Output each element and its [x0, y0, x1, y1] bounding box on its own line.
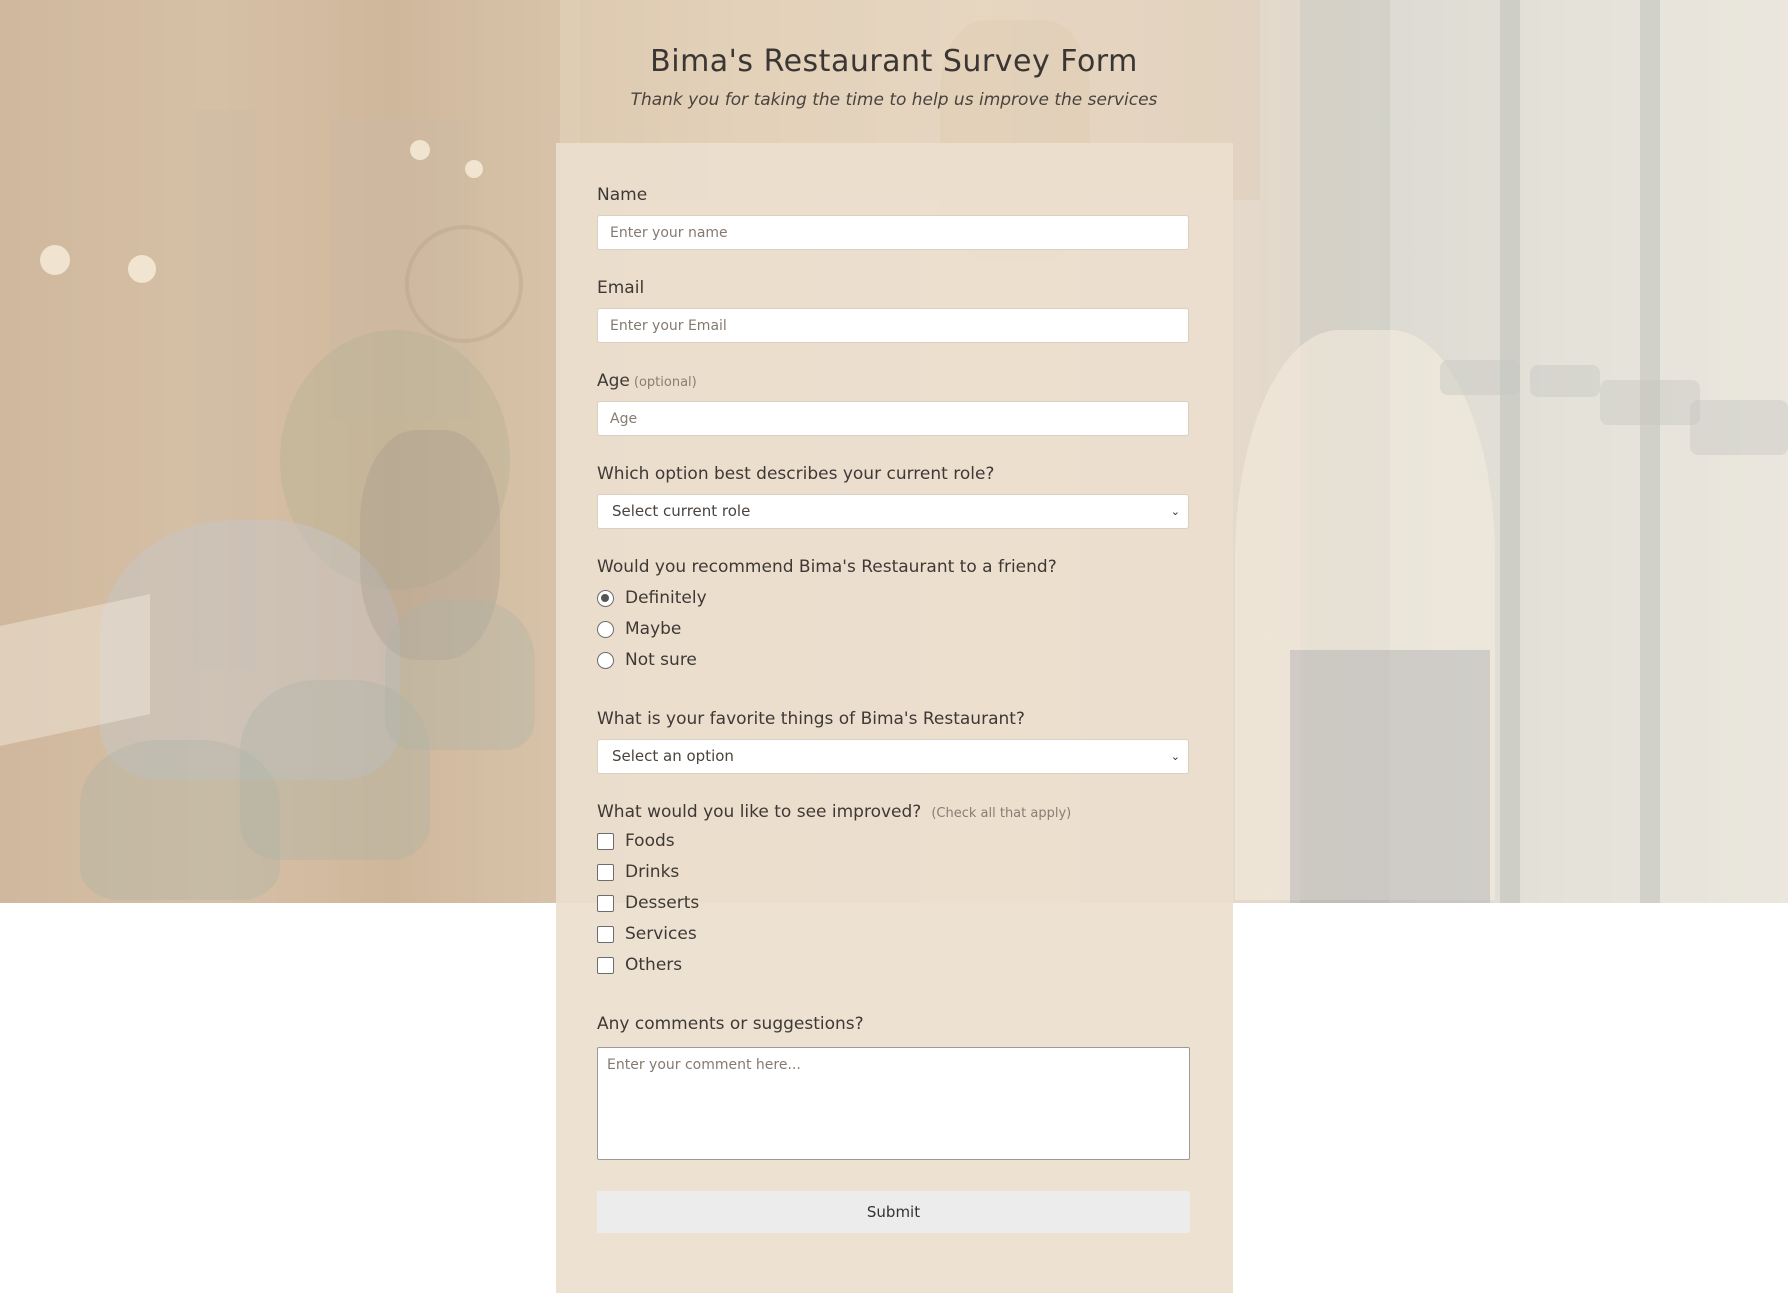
improve-option-label: Foods: [625, 831, 675, 851]
checkbox[interactable]: [597, 864, 614, 881]
age-optional-hint: (optional): [633, 375, 697, 390]
radio-button[interactable]: [597, 590, 614, 607]
submit-button[interactable]: Submit: [597, 1191, 1190, 1233]
radio-button[interactable]: [597, 652, 614, 669]
role-select[interactable]: Select current role ⌄: [597, 494, 1189, 529]
improve-option-label: Desserts: [625, 893, 700, 913]
favorite-select-value: Select an option: [612, 747, 734, 765]
checkbox[interactable]: [597, 957, 614, 974]
name-input[interactable]: [597, 215, 1189, 250]
favorite-label: What is your favorite things of Bima's R…: [597, 709, 1025, 729]
comments-textarea[interactable]: [597, 1047, 1190, 1160]
survey-form: Name Email Age(optional) Which option be…: [556, 143, 1233, 1293]
improve-hint: (Check all that apply): [931, 806, 1072, 821]
page-subtitle: Thank you for taking the time to help us…: [630, 90, 1158, 110]
improve-option-label: Drinks: [625, 862, 680, 882]
role-label: Which option best describes your current…: [597, 464, 995, 484]
age-input[interactable]: [597, 401, 1189, 436]
recommend-option-label: Maybe: [625, 619, 682, 639]
age-label: Age (optional): [597, 371, 697, 391]
checkbox[interactable]: [597, 833, 614, 850]
chevron-down-icon: ⌄: [1170, 505, 1180, 518]
role-select-value: Select current role: [612, 502, 751, 520]
checkbox[interactable]: [597, 926, 614, 943]
recommend-option-label: Not sure: [625, 650, 697, 670]
improve-label: What would you like to see improved? (Che…: [597, 802, 1071, 822]
improve-option-label: Services: [625, 924, 697, 944]
favorite-select[interactable]: Select an option ⌄: [597, 739, 1189, 774]
comments-label: Any comments or suggestions?: [597, 1014, 864, 1034]
chevron-down-icon: ⌄: [1170, 750, 1180, 763]
improve-label-text: What would you like to see improved?: [597, 802, 922, 822]
name-label: Name: [597, 185, 648, 205]
radio-button[interactable]: [597, 621, 614, 638]
page-title: Bima's Restaurant Survey Form: [650, 44, 1138, 79]
email-input[interactable]: [597, 308, 1189, 343]
recommend-label: Would you recommend Bima's Restaurant to…: [597, 557, 1057, 577]
recommend-option-label: Definitely: [625, 588, 707, 608]
email-label: Email: [597, 278, 645, 298]
checkbox[interactable]: [597, 895, 614, 912]
improve-option-label: Others: [625, 955, 683, 975]
age-label-text: Age: [597, 371, 630, 391]
